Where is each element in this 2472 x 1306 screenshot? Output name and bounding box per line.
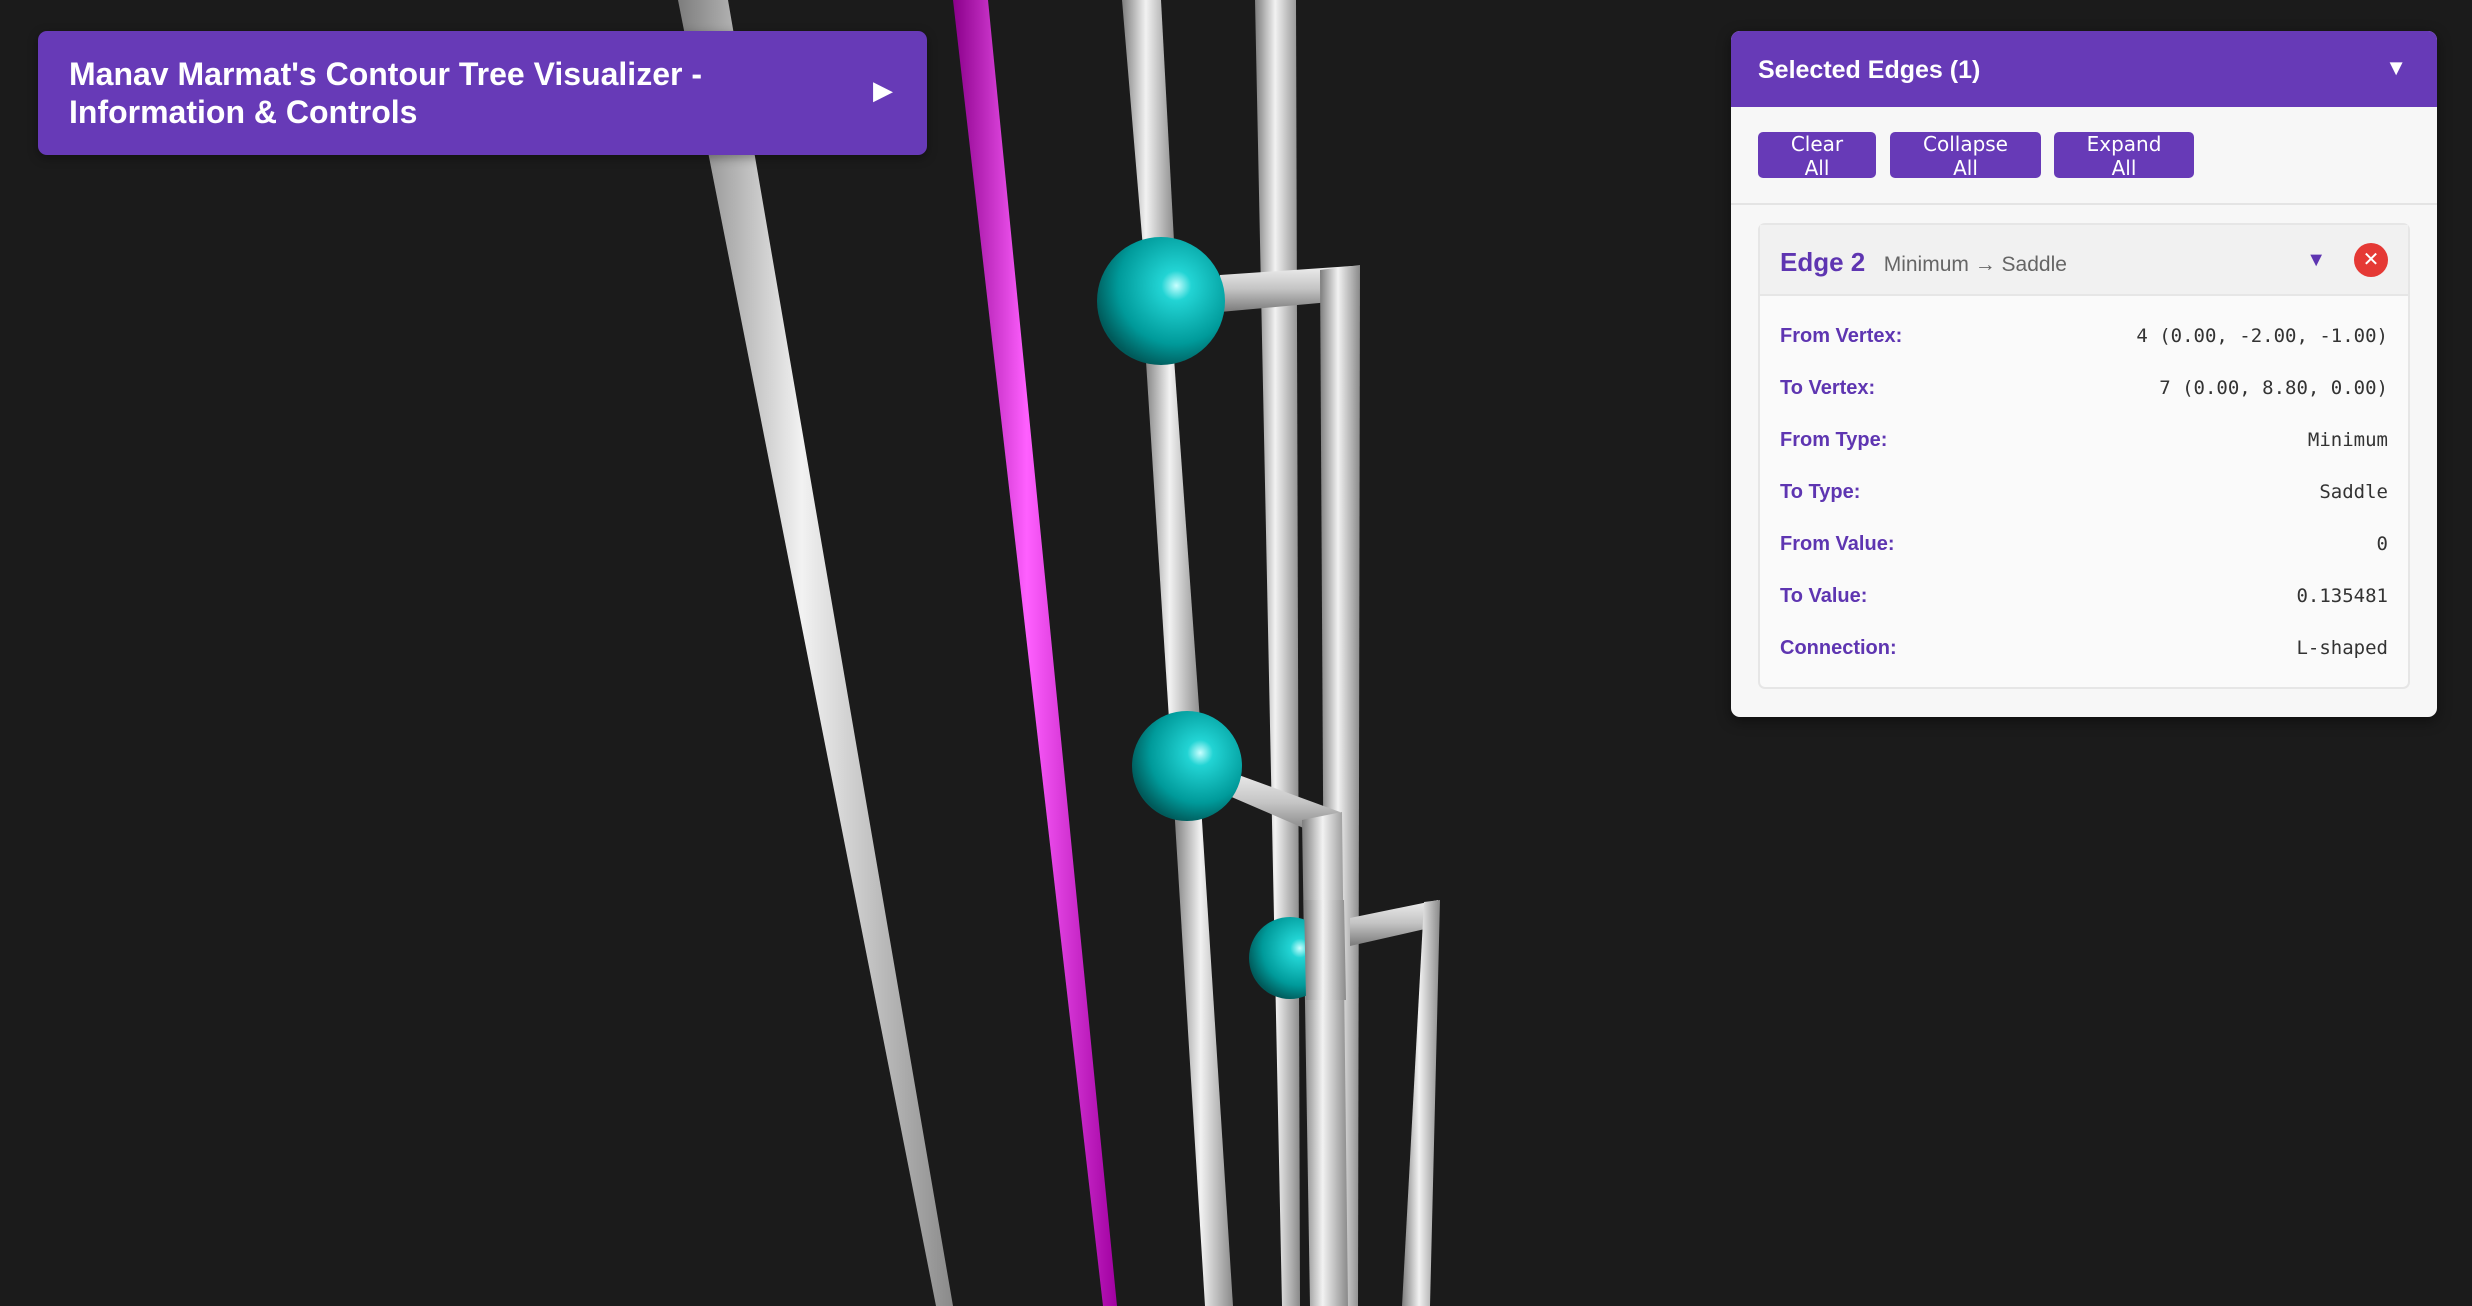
play-right-icon[interactable]: ▶: [873, 75, 893, 105]
tree-edge[interactable]: [678, 0, 953, 1306]
chevron-down-icon[interactable]: ▼: [2385, 55, 2407, 81]
detail-label: From Vertex:: [1780, 325, 1903, 347]
edge-detail-row: To Type: Saddle: [1780, 481, 2388, 511]
detail-value: L-shaped: [2296, 637, 2388, 659]
collapse-all-button[interactable]: Collapse All: [1890, 132, 2041, 180]
tree-edge[interactable]: [1304, 900, 1346, 1000]
tree-edge-selected[interactable]: [953, 0, 1117, 1306]
edge-detail-row: To Vertex: 7 (0.00, 8.80, 0.00): [1780, 377, 2388, 407]
tree-edge[interactable]: [1255, 0, 1300, 1306]
detail-value: 7 (0.00, 8.80, 0.00): [2159, 377, 2388, 399]
detail-label: To Type:: [1780, 481, 1861, 503]
chevron-down-icon[interactable]: ▼: [2306, 249, 2326, 272]
info-panel-title: Manav Marmat's Contour Tree Visualizer -…: [69, 56, 702, 130]
tree-edge[interactable]: [1122, 0, 1175, 260]
critical-point-node[interactable]: [1097, 237, 1225, 365]
expand-all-button[interactable]: Expand All: [2054, 132, 2194, 180]
detail-label: From Value:: [1780, 533, 1895, 555]
detail-label: Connection:: [1780, 637, 1897, 659]
detail-value: 4 (0.00, -2.00, -1.00): [2136, 325, 2388, 347]
clear-all-button[interactable]: Clear All: [1758, 132, 1876, 180]
selected-edges-header[interactable]: Selected Edges (1) ▼: [1731, 31, 2437, 107]
detail-value: Saddle: [2319, 481, 2388, 503]
selected-edges-panel: Selected Edges (1) ▼ Clear All Collapse …: [1731, 31, 2437, 717]
tree-edge[interactable]: [1174, 805, 1233, 1306]
detail-value: Minimum: [2307, 429, 2388, 451]
edge-detail-row: From Vertex: 4 (0.00, -2.00, -1.00): [1780, 325, 2388, 355]
edge-detail-row: Connection: L-shaped: [1780, 637, 2388, 667]
edge-name: Edge 2: [1780, 247, 1866, 277]
info-panel-header[interactable]: Manav Marmat's Contour Tree Visualizer -…: [38, 31, 927, 155]
selected-edges-toolbar: Clear All Collapse All Expand All: [1731, 107, 2437, 205]
detail-label: To Value:: [1780, 585, 1868, 607]
edge-detail-row: From Type: Minimum: [1780, 429, 2388, 459]
detail-value: 0.135481: [2296, 585, 2388, 607]
detail-label: From Type:: [1780, 429, 1888, 451]
edge-card-header[interactable]: Edge 2 Minimum → Saddle ▼ ✕: [1760, 225, 2408, 296]
selected-edges-title: Selected Edges (1): [1758, 56, 1981, 84]
detail-value: 0: [2376, 533, 2388, 555]
tree-edge[interactable]: [1302, 812, 1348, 1306]
edge-detail-row: To Value: 0.135481: [1780, 585, 2388, 615]
tree-edge[interactable]: [1144, 330, 1201, 735]
close-icon[interactable]: ✕: [2354, 243, 2388, 277]
edge-type-summary: Minimum → Saddle: [1883, 253, 2067, 276]
edge-detail-row: From Value: 0: [1780, 533, 2388, 563]
edge-card: Edge 2 Minimum → Saddle ▼ ✕ From Vertex:…: [1758, 223, 2410, 689]
tree-edge[interactable]: [1402, 900, 1440, 1306]
detail-label: To Vertex:: [1780, 377, 1876, 399]
critical-point-node[interactable]: [1132, 711, 1242, 821]
